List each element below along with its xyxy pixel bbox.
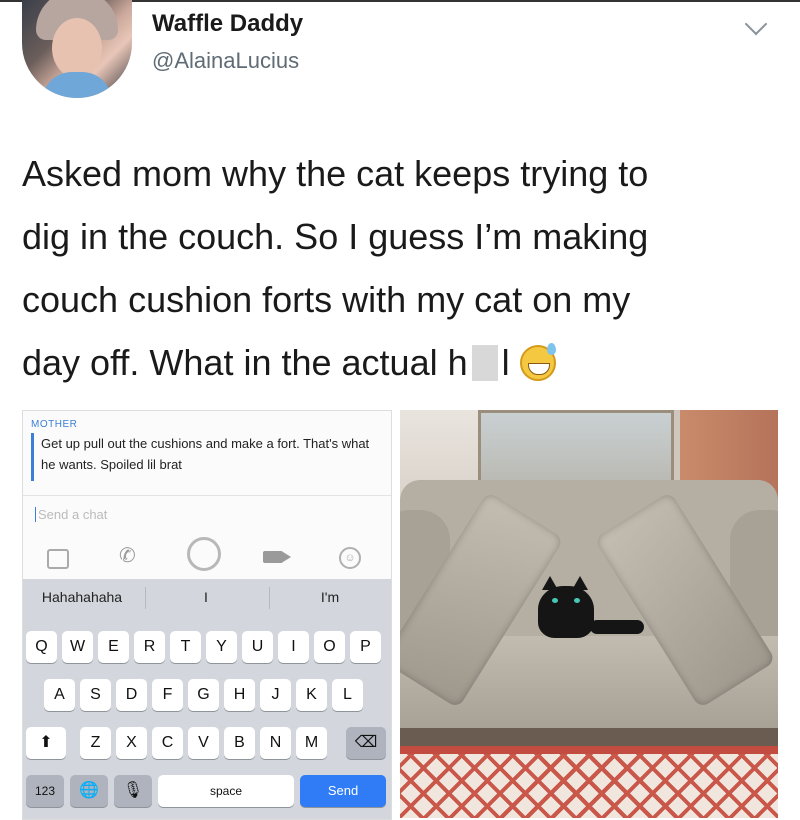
avatar-shirt — [42, 72, 112, 98]
display-name[interactable]: Waffle Daddy — [152, 10, 303, 38]
tweet-line-end: l — [501, 342, 510, 383]
key[interactable]: E — [98, 631, 129, 663]
key[interactable]: Y — [206, 631, 237, 663]
key[interactable]: G — [188, 679, 219, 711]
chat-sender: MOTHER — [31, 419, 78, 430]
key[interactable]: T — [170, 631, 201, 663]
cat-fort-photo — [400, 410, 778, 818]
backspace-key[interactable]: ⌫ — [346, 727, 386, 759]
key[interactable]: R — [134, 631, 165, 663]
key[interactable]: W — [62, 631, 93, 663]
key[interactable]: O — [314, 631, 345, 663]
tweet-text: Asked mom why the cat keeps trying to di… — [22, 142, 782, 394]
cat-eye — [552, 598, 558, 603]
emoji-icon[interactable]: ☺ — [339, 547, 361, 569]
cat-eye — [574, 598, 580, 603]
key[interactable]: C — [152, 727, 183, 759]
tweet-line: couch cushion forts with my cat on my — [22, 279, 631, 320]
key[interactable]: L — [332, 679, 363, 711]
profile-avatar[interactable] — [22, 0, 132, 98]
phone-icon[interactable]: ✆ — [119, 543, 136, 568]
numbers-key[interactable]: 123 — [26, 775, 64, 807]
tweet-line: day off. What in the actual h — [22, 342, 468, 383]
tweet-line-last: day off. What in the actual h l — [22, 331, 782, 394]
key[interactable]: N — [260, 727, 291, 759]
video-icon[interactable] — [263, 551, 291, 563]
key[interactable]: Q — [26, 631, 57, 663]
censor-block — [471, 345, 498, 381]
key[interactable]: Z — [80, 727, 111, 759]
key[interactable]: P — [350, 631, 381, 663]
send-key[interactable]: Send — [300, 775, 386, 807]
key[interactable]: J — [260, 679, 291, 711]
avatar-face — [52, 18, 102, 78]
key[interactable]: S — [80, 679, 111, 711]
chat-action-row: ✆ ☺ — [23, 537, 391, 577]
suggestion[interactable]: Hahahahaha — [27, 589, 137, 605]
tweet-line: Asked mom why the cat keeps trying to — [22, 153, 649, 194]
chat-screenshot[interactable]: MOTHER Get up pull out the cushions and … — [22, 410, 392, 820]
key[interactable]: H — [224, 679, 255, 711]
key[interactable]: D — [116, 679, 147, 711]
suggestion-divider — [269, 587, 270, 609]
tweet-line: dig in the couch. So I guess I’m making — [22, 216, 649, 257]
chevron-down-icon[interactable] — [744, 12, 768, 36]
keyboard: Hahahahaha I I'm Q W E R T Y U I O P A S… — [23, 579, 391, 819]
globe-icon: 🌐 — [79, 782, 99, 799]
capture-button-icon[interactable] — [187, 537, 221, 571]
space-key[interactable]: space — [158, 775, 294, 807]
key[interactable]: B — [224, 727, 255, 759]
chat-input[interactable]: Send a chat — [35, 507, 107, 522]
dictation-key[interactable]: 🎙 — [114, 775, 152, 807]
microphone-icon: 🎙 — [122, 782, 144, 799]
key[interactable]: K — [296, 679, 327, 711]
key[interactable]: F — [152, 679, 183, 711]
chat-icon[interactable] — [47, 549, 69, 569]
cat-tail — [590, 620, 644, 634]
globe-key[interactable]: 🌐 — [70, 775, 108, 807]
user-handle[interactable]: @AlainaLucius — [152, 48, 299, 74]
suggestion[interactable]: I'm — [275, 589, 385, 605]
key[interactable]: X — [116, 727, 147, 759]
key[interactable]: M — [296, 727, 327, 759]
chat-accent-bar — [31, 433, 34, 481]
key[interactable]: I — [278, 631, 309, 663]
suggestion[interactable]: I — [151, 589, 261, 605]
floor — [400, 728, 778, 746]
divider — [23, 495, 391, 496]
key[interactable]: U — [242, 631, 273, 663]
chat-message: Get up pull out the cushions and make a … — [41, 436, 370, 472]
suggestion-divider — [145, 587, 146, 609]
shift-icon: ⬆ — [39, 734, 53, 751]
key[interactable]: A — [44, 679, 75, 711]
cat — [538, 586, 594, 638]
rug — [400, 746, 778, 818]
rug-border — [400, 746, 778, 754]
sweat-drop-icon — [546, 343, 556, 355]
key[interactable]: V — [188, 727, 219, 759]
grinning-sweat-emoji-icon — [519, 343, 556, 381]
backspace-icon: ⌫ — [354, 734, 378, 751]
shift-key[interactable]: ⬆ — [26, 727, 66, 759]
